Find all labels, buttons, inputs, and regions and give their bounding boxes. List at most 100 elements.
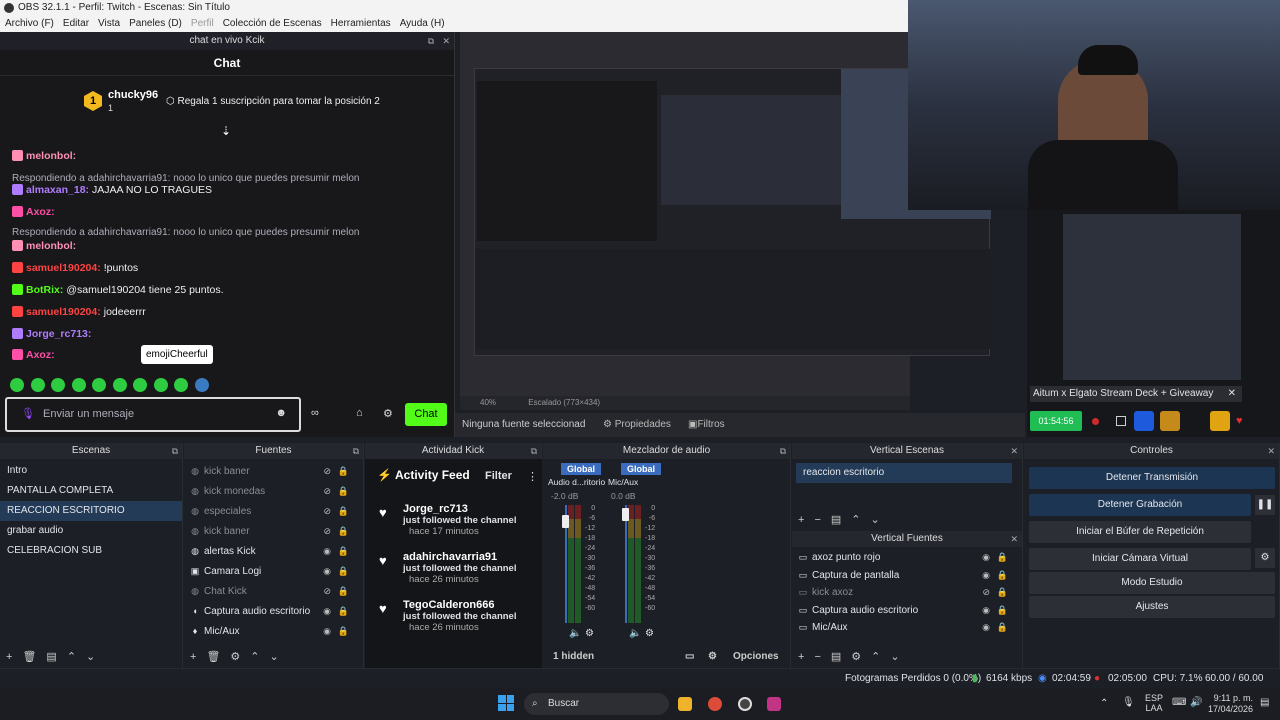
lock-icon[interactable]: 🔒 (338, 581, 349, 601)
add-icon[interactable]: + (190, 651, 196, 663)
close-icon[interactable]: ✕ (1267, 443, 1275, 459)
eye-icon[interactable]: ◉ (982, 549, 990, 567)
app-icon[interactable] (767, 697, 781, 711)
up-icon[interactable]: ⌃ (851, 514, 860, 526)
control-button[interactable]: Modo Estudio (1029, 572, 1275, 594)
up-icon[interactable]: ⌃ (67, 651, 76, 663)
vertical-source-item[interactable]: ▭ Captura audio escritorio ◉ 🔒 (792, 602, 1022, 620)
leader-name[interactable]: chucky96 (108, 89, 158, 101)
scene-item[interactable]: Intro (0, 461, 182, 481)
gear-icon[interactable]: ⚙ (708, 646, 717, 668)
menu-item[interactable]: Editar (63, 18, 89, 29)
lock-icon[interactable]: 🔒 (338, 541, 349, 561)
emoji-icon[interactable] (153, 378, 168, 392)
emoji-icon[interactable] (112, 378, 127, 392)
vertical-source-item[interactable]: ▭ Mic/Aux ◉ 🔒 (792, 619, 1022, 637)
float-icon[interactable]: ⧉ (780, 443, 786, 459)
source-item[interactable]: ▣ Camara Logi ◉ 🔒 (184, 561, 363, 581)
pause-icon[interactable]: ❚❚ (1255, 495, 1275, 515)
eye-icon[interactable]: ◉ (323, 601, 331, 621)
eye-hidden-icon[interactable]: ⊘ (323, 501, 331, 521)
timer-badge[interactable]: 01:54:56 (1030, 411, 1082, 431)
obs-icon[interactable] (738, 697, 752, 711)
language-indicator[interactable]: ESP LAA (1145, 693, 1163, 713)
record-icon[interactable] (1092, 418, 1099, 425)
clock[interactable]: 9:11 p. m. 17/04/2026 (1207, 693, 1253, 715)
chevron-up-icon[interactable]: ⌃ (1100, 698, 1108, 709)
down-icon[interactable]: ⌄ (890, 651, 899, 663)
emoji-icon[interactable] (30, 378, 45, 392)
menu-item[interactable]: Archivo (F) (5, 18, 54, 29)
network-icon[interactable]: ⌨ (1172, 697, 1186, 708)
source-item[interactable]: ◍ kick monedas ⊘ 🔒 (184, 481, 363, 501)
eye-hidden-icon[interactable]: ⊘ (323, 481, 331, 501)
eye-icon[interactable]: ◉ (323, 561, 331, 581)
lock-icon[interactable]: 🔒 (338, 621, 349, 641)
eye-icon[interactable]: ◉ (982, 619, 990, 637)
trash-icon[interactable]: 🗑 (22, 651, 36, 663)
volume-slider-handle[interactable] (622, 508, 629, 521)
lock-icon[interactable]: 🔒 (338, 461, 349, 481)
stop-icon[interactable] (1116, 416, 1126, 426)
menu-item[interactable]: Herramientas (331, 18, 391, 29)
speaker-icon[interactable]: 🔈 (629, 628, 641, 639)
source-item[interactable]: ♦ Mic/Aux ◉ 🔒 (184, 621, 363, 641)
float-icon[interactable]: ⧉ (531, 443, 537, 459)
volume-icon[interactable]: 🔊 (1190, 697, 1202, 708)
chat-send-button[interactable]: Chat (405, 403, 447, 426)
chat-username[interactable]: melonbol: (26, 150, 76, 162)
menu-item[interactable]: Ayuda (H) (400, 18, 445, 29)
refresh-icon[interactable] (1134, 411, 1154, 431)
trash-icon[interactable]: 🗑 (206, 651, 220, 663)
eye-icon[interactable]: ◉ (323, 621, 331, 641)
gear-icon[interactable]: ⚙ (1255, 548, 1275, 568)
add-icon[interactable]: + (6, 651, 12, 663)
add-icon[interactable]: + (798, 514, 804, 526)
menu-item[interactable]: Vista (98, 18, 120, 29)
volume-slider-handle[interactable] (562, 515, 569, 528)
chrome-icon[interactable] (708, 697, 722, 711)
control-button[interactable]: Detener Transmisión (1029, 467, 1275, 489)
close-icon[interactable]: ✕ (1010, 531, 1018, 547)
eye-hidden-icon[interactable]: ⊘ (323, 581, 331, 601)
scene-item[interactable]: grabar audio (0, 521, 182, 541)
scene-item[interactable]: REACCION ESCRITORIO (0, 501, 182, 521)
chat-input[interactable]: 🎙 Enviar un mensaje ☻ (5, 397, 301, 432)
float-icon[interactable]: ⧉ (428, 32, 434, 50)
chat-username[interactable]: samuel190204: (26, 262, 101, 274)
emoji-icon[interactable] (10, 378, 24, 392)
chat-username[interactable]: samuel190204: (26, 306, 101, 318)
mic-icon[interactable]: 🎙 (1122, 697, 1135, 708)
remove-icon[interactable]: − (814, 651, 820, 663)
down-icon[interactable]: ⌄ (270, 651, 279, 663)
remove-icon[interactable]: − (814, 514, 820, 526)
emoji-icon[interactable] (71, 378, 86, 392)
lock-icon[interactable]: 🔒 (338, 481, 349, 501)
close-icon[interactable]: ✕ (1228, 386, 1236, 402)
bits-icon[interactable]: ∞ (311, 407, 319, 419)
chat-username[interactable]: almaxan_18: (26, 184, 89, 196)
up-icon[interactable]: ⌃ (871, 651, 880, 663)
up-icon[interactable]: ⌃ (250, 651, 259, 663)
close-icon[interactable]: ✕ (1010, 443, 1018, 459)
eye-hidden-icon[interactable]: ⊘ (323, 521, 331, 541)
emoji-icon[interactable] (194, 378, 209, 392)
vertical-scene-item[interactable]: reaccion escritorio (796, 463, 1012, 483)
speaker-icon[interactable]: 🔈 (569, 628, 581, 639)
scene-item[interactable]: PANTALLA COMPLETA (0, 481, 182, 501)
hidden-count[interactable]: 1 hidden (553, 651, 594, 662)
down-icon[interactable]: ⌄ (86, 651, 95, 663)
scene-item[interactable]: CELEBRACION SUB (0, 541, 182, 561)
chat-username[interactable]: melonbol: (26, 240, 76, 252)
lock-icon[interactable]: 🔒 (997, 602, 1008, 620)
emoji-icon[interactable] (51, 378, 65, 392)
lock-icon[interactable]: 🔒 (997, 619, 1008, 637)
gear-icon[interactable]: ⚙ (645, 628, 654, 639)
lock-icon[interactable]: 🔒 (997, 567, 1008, 585)
control-button[interactable]: Ajustes (1029, 596, 1275, 618)
scene-icon[interactable] (1160, 411, 1180, 431)
filter-button[interactable]: Filter (485, 470, 512, 482)
source-item[interactable]: ◍ alertas Kick ◉ 🔒 (184, 541, 363, 561)
eye-hidden-icon[interactable]: ⊘ (323, 461, 331, 481)
eye-icon[interactable]: ◉ (323, 541, 331, 561)
